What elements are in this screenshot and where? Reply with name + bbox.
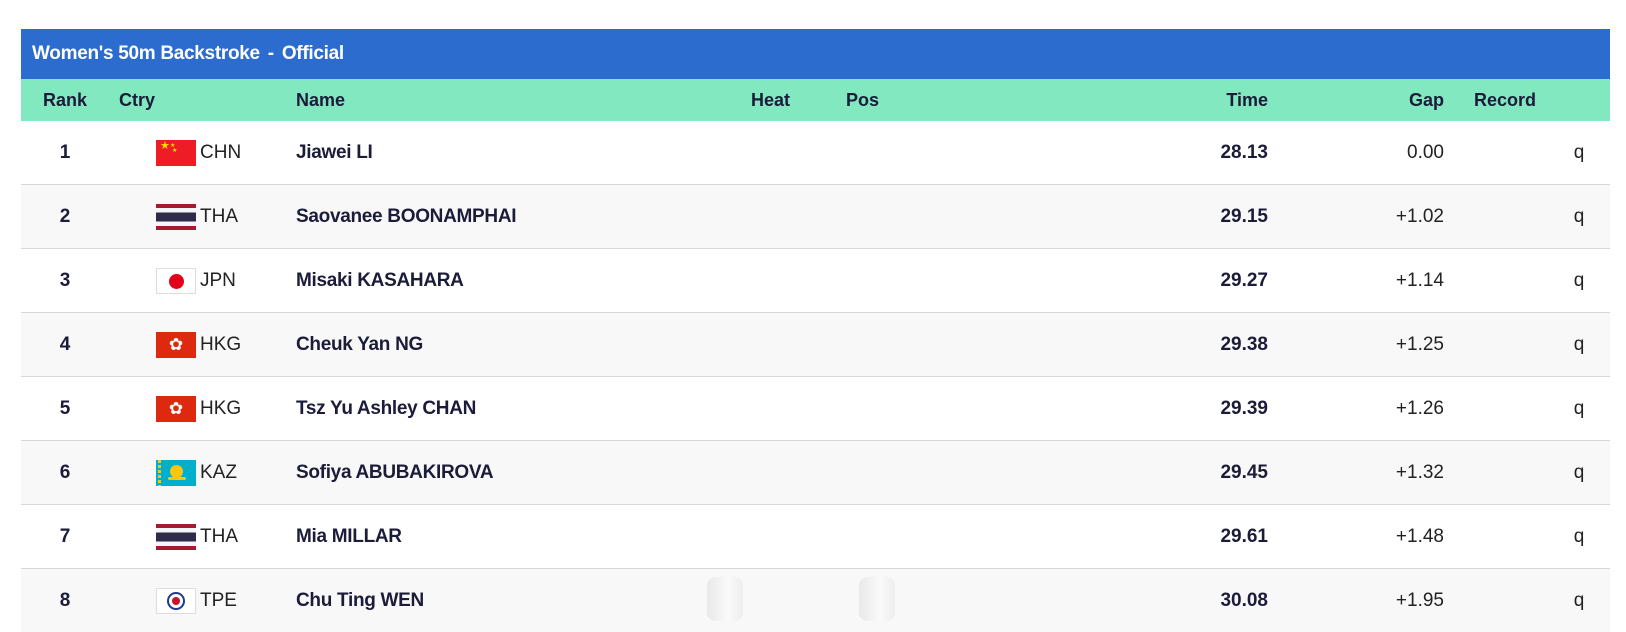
athlete-name[interactable]: Chu Ting WEN [296, 569, 746, 632]
thailand-flag-icon [156, 523, 196, 550]
athlete-name[interactable]: Jiawei LI [296, 121, 746, 184]
country-code: HKG [200, 397, 242, 419]
chinese-taipei-flag-icon [156, 587, 196, 614]
gap-cell: 0.00 [1407, 141, 1444, 163]
header-gap: Gap [1408, 89, 1444, 110]
table-row[interactable]: 2 THA Saovanee BOONAMPHAI 29.15 +1.02 q [21, 185, 1610, 249]
athlete-name[interactable]: Sofiya ABUBAKIROVA [296, 441, 746, 504]
athlete-name[interactable]: Saovanee BOONAMPHAI [296, 185, 746, 248]
qualified-mark: q [1573, 589, 1585, 611]
event-name: Women's 50m Backstroke [32, 43, 260, 64]
qualified-mark: q [1573, 141, 1585, 163]
title-separator: - [267, 43, 274, 64]
country-code: CHN [200, 141, 242, 163]
time-cell: 29.27 [1220, 269, 1268, 291]
time-cell: 29.38 [1220, 333, 1268, 355]
qualified-mark: q [1573, 205, 1585, 227]
header-ctry: Ctry [119, 89, 156, 110]
gap-cell: +1.14 [1395, 269, 1444, 291]
gap-cell: +1.02 [1395, 205, 1444, 227]
time-cell: 29.45 [1220, 461, 1268, 483]
country-code: JPN [200, 269, 236, 291]
hong-kong-flag-icon: ✿ [156, 395, 196, 422]
time-cell: 30.08 [1220, 589, 1268, 611]
gap-cell: +1.48 [1395, 525, 1444, 547]
country-code: THA [200, 205, 238, 227]
qualified-mark: q [1573, 333, 1585, 355]
header-name: Name [296, 89, 346, 110]
time-cell: 29.61 [1220, 525, 1268, 547]
qualified-mark: q [1573, 269, 1585, 291]
header-record: Record [1474, 89, 1537, 110]
qualified-mark: q [1573, 397, 1585, 419]
header-pos: Pos [846, 89, 880, 110]
result-status: Official [281, 43, 344, 64]
japan-flag-icon [156, 267, 196, 294]
table-row[interactable]: 6 KAZ Sofiya ABUBAKIROVA 29.45 +1.32 q [21, 441, 1610, 505]
country-code: HKG [200, 333, 242, 355]
rank-cell: 5 [59, 397, 71, 419]
time-cell: 28.13 [1220, 141, 1268, 163]
blur-smudge [707, 577, 743, 621]
header-rank: Rank [42, 89, 87, 110]
gap-cell: +1.25 [1395, 333, 1444, 355]
header-time: Time [1226, 89, 1268, 110]
rank-cell: 3 [59, 269, 71, 291]
gap-cell: +1.32 [1395, 461, 1444, 483]
qualified-mark: q [1573, 461, 1585, 483]
country-code: TPE [200, 589, 237, 611]
table-header: Rank Ctry Name Heat Pos Time Gap Record [21, 79, 1610, 121]
gap-cell: +1.95 [1395, 589, 1444, 611]
country-code: THA [200, 525, 238, 547]
table-row[interactable]: 5 ✿ HKG Tsz Yu Ashley CHAN 29.39 +1.26 q [21, 377, 1610, 441]
china-flag-icon: ★ ★ ★ [156, 139, 196, 166]
rank-cell: 4 [59, 333, 71, 355]
country-code: KAZ [200, 461, 237, 483]
athlete-name[interactable]: Mia MILLAR [296, 505, 746, 568]
header-heat: Heat [751, 89, 791, 110]
athlete-name[interactable]: Cheuk Yan NG [296, 313, 746, 376]
event-title-bar: Women's 50m Backstroke - Official [21, 29, 1610, 79]
table-row[interactable]: 3 JPN Misaki KASAHARA 29.27 +1.14 q [21, 249, 1610, 313]
rank-cell: 1 [59, 141, 71, 163]
rank-cell: 7 [59, 525, 71, 547]
athlete-name[interactable]: Tsz Yu Ashley CHAN [296, 377, 746, 440]
results-table: Women's 50m Backstroke - Official Rank C… [21, 29, 1610, 632]
table-row[interactable]: 1 ★ ★ ★ CHN Jiawei LI 28.13 0.00 q [21, 121, 1610, 185]
rank-cell: 8 [59, 589, 71, 611]
gap-cell: +1.26 [1395, 397, 1444, 419]
athlete-name[interactable]: Misaki KASAHARA [296, 249, 746, 312]
blur-smudge [859, 577, 895, 621]
rank-cell: 6 [59, 461, 71, 483]
qualified-mark: q [1573, 525, 1585, 547]
table-row[interactable]: 8 TPE Chu Ting WEN 30.08 +1.95 q [21, 569, 1610, 632]
hong-kong-flag-icon: ✿ [156, 331, 196, 358]
table-row[interactable]: 4 ✿ HKG Cheuk Yan NG 29.38 +1.25 q [21, 313, 1610, 377]
time-cell: 29.15 [1220, 205, 1268, 227]
time-cell: 29.39 [1220, 397, 1268, 419]
table-row[interactable]: 7 THA Mia MILLAR 29.61 +1.48 q [21, 505, 1610, 569]
thailand-flag-icon [156, 203, 196, 230]
rank-cell: 2 [59, 205, 71, 227]
kazakhstan-flag-icon [156, 459, 196, 486]
